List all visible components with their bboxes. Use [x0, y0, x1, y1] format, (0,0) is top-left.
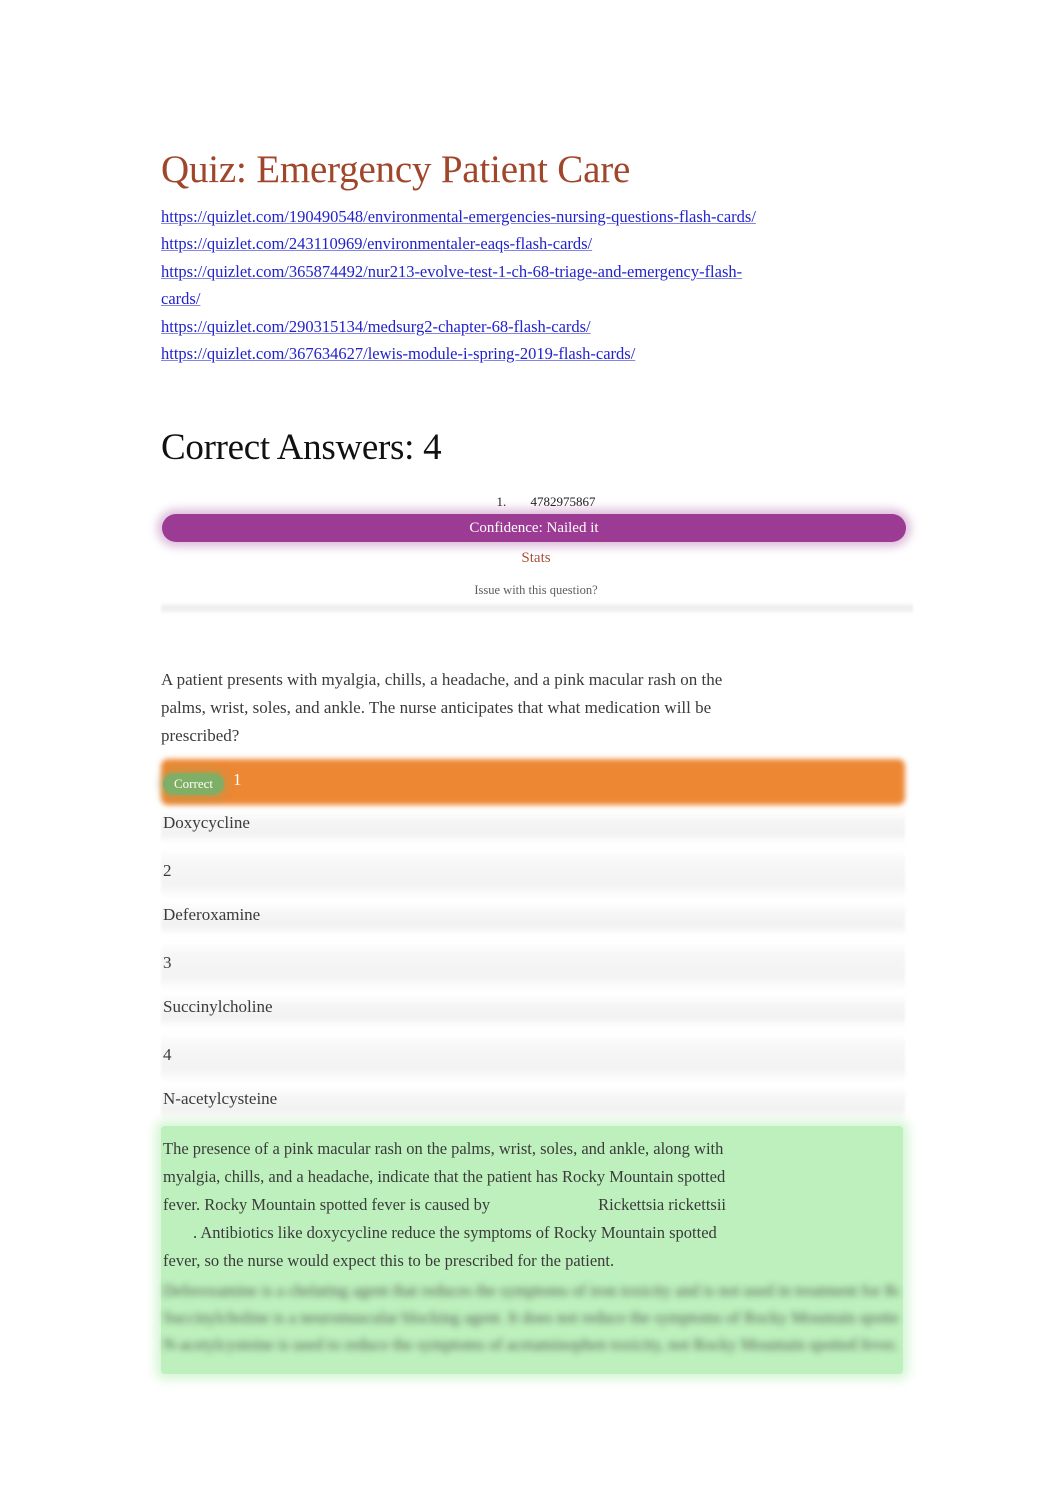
stats-link[interactable]: Stats [521, 550, 550, 566]
source-link-1[interactable]: https://quizlet.com/190490548/environmen… [161, 203, 761, 231]
header-divider [161, 602, 913, 615]
obscured-line-3: N-acetylcysteine is used to reduce the s… [163, 1335, 898, 1355]
source-link-4[interactable]: https://quizlet.com/290315134/medsurg2-c… [161, 313, 761, 341]
question-id-value: 4782975867 [530, 494, 596, 510]
issue-with-question-link[interactable]: Issue with this question? [474, 583, 597, 597]
question-header: 1. 4782975867 Confidence: Nailed it Stats… [161, 492, 913, 615]
rationale-part-3: Antibiotics like doxycycline reduce the … [163, 1223, 717, 1271]
source-link-list: https://quizlet.com/190490548/environmen… [161, 203, 911, 368]
rationale-organism: Rickettsia rickettsii [598, 1195, 727, 1215]
option-block-2: 2 Deferoxamine [161, 849, 911, 941]
rationale-block: The presence of a pink macular rash on t… [161, 1126, 903, 1375]
obscured-line-2: Succinylcholine is a neuromuscular block… [163, 1308, 899, 1328]
option-band-3 [161, 994, 905, 1029]
rationale-text: The presence of a pink macular rash on t… [161, 1132, 765, 1275]
question-stem: A patient presents with myalgia, chills,… [161, 670, 723, 746]
obscured-line-1: Deferoxamine is a chelating agent that r… [163, 1281, 899, 1301]
issue-link-row: Issue with this question? [161, 583, 911, 598]
page-title: Quiz: Emergency Patient Care [161, 148, 631, 191]
source-link-2[interactable]: https://quizlet.com/243110969/environmen… [161, 230, 761, 258]
option-index-band-3 [161, 941, 905, 992]
option-index-band-2 [161, 849, 905, 900]
option-band-2 [161, 902, 905, 937]
option-row-2[interactable]: 2 [161, 849, 911, 900]
option-index-band-4 [161, 1033, 905, 1084]
correct-answers-heading: Correct Answers: 4 [161, 426, 442, 468]
option-index-4: 4 [163, 1045, 172, 1065]
confidence-label: Confidence: Nailed it [469, 520, 599, 537]
option-band-1 [161, 810, 905, 845]
option-label-row-4[interactable]: N-acetylcysteine [161, 1083, 911, 1125]
option-row-4[interactable]: 4 [161, 1033, 911, 1084]
rationale-part-2: . [193, 1223, 198, 1243]
question-item-number: 1. [496, 494, 507, 510]
answer-options-list: Correct 1 Doxycycline 2 Deferoxamine 3 S… [161, 757, 911, 1125]
option-row-3[interactable]: 3 [161, 941, 911, 992]
option-label-row-3[interactable]: Succinylcholine [161, 991, 911, 1033]
option-label-4: N-acetylcysteine [163, 1089, 278, 1109]
option-index-1: 1 [233, 770, 242, 790]
option-index-3: 3 [163, 953, 172, 973]
option-row-1[interactable]: Correct 1 [161, 757, 911, 807]
option-label-row-1[interactable]: Doxycycline [161, 807, 911, 849]
source-link-5[interactable]: https://quizlet.com/367634627/lewis-modu… [161, 340, 761, 368]
option-label-1: Doxycycline [163, 813, 250, 833]
option-block-4: 4 N-acetylcysteine [161, 1033, 911, 1125]
stats-link-row: Stats [161, 550, 911, 567]
confidence-banner[interactable]: Confidence: Nailed it [162, 514, 906, 543]
option-label-2: Deferoxamine [163, 905, 261, 925]
document-page: Quiz: Emergency Patient Care https://qui… [0, 0, 1062, 1506]
rationale-obscured-text: Deferoxamine is a chelating agent that r… [161, 1275, 903, 1374]
option-label-row-2[interactable]: Deferoxamine [161, 899, 911, 941]
document-content: Quiz: Emergency Patient Care https://qui… [161, 148, 913, 1375]
correct-badge: Correct [163, 773, 224, 796]
option-block-3: 3 Succinylcholine [161, 941, 911, 1033]
selected-highlight-bar [161, 759, 905, 806]
option-label-3: Succinylcholine [163, 997, 273, 1017]
option-block-1: Correct 1 Doxycycline [161, 757, 911, 849]
source-link-3[interactable]: https://quizlet.com/365874492/nur213-evo… [161, 258, 761, 313]
question-id-row: 1. 4782975867 [161, 492, 911, 512]
option-index-2: 2 [163, 861, 172, 881]
